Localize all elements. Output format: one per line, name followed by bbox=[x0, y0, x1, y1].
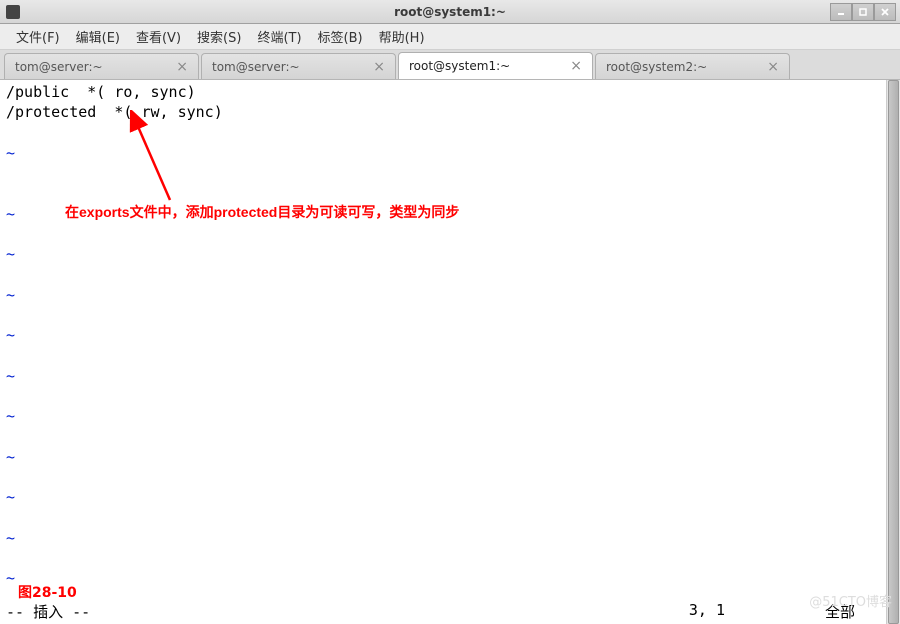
terminal-tab[interactable]: tom@server:~ × bbox=[4, 53, 199, 79]
tab-label: root@system1:~ bbox=[409, 59, 510, 73]
close-icon[interactable]: × bbox=[176, 60, 188, 74]
menu-file[interactable]: 文件(F) bbox=[8, 24, 68, 49]
menu-help[interactable]: 帮助(H) bbox=[371, 24, 433, 49]
editor-line: /public *( ro, sync) bbox=[6, 82, 880, 102]
tab-label: root@system2:~ bbox=[606, 60, 707, 74]
vim-tilde: ~ bbox=[6, 325, 880, 345]
terminal-tab-active[interactable]: root@system1:~ × bbox=[398, 52, 593, 79]
vim-tilde: ~ bbox=[6, 528, 880, 548]
menu-edit[interactable]: 编辑(E) bbox=[68, 24, 128, 49]
vim-status-line: -- 插入 -- 3, 1 全部 bbox=[6, 601, 880, 622]
tab-label: tom@server:~ bbox=[212, 60, 300, 74]
vim-tilde: ~ bbox=[6, 285, 880, 305]
terminal-tab[interactable]: root@system2:~ × bbox=[595, 53, 790, 79]
vim-cursor-position: 3, 1 bbox=[689, 601, 725, 619]
close-icon[interactable]: × bbox=[570, 59, 582, 73]
tab-bar: tom@server:~ × tom@server:~ × root@syste… bbox=[0, 50, 900, 80]
vim-tilde: ~ bbox=[6, 406, 880, 426]
scrollbar-thumb[interactable] bbox=[888, 80, 899, 624]
menu-bar: 文件(F) 编辑(E) 查看(V) 搜索(S) 终端(T) 标签(B) 帮助(H… bbox=[0, 24, 900, 50]
menu-search[interactable]: 搜索(S) bbox=[189, 24, 249, 49]
menu-terminal[interactable]: 终端(T) bbox=[249, 24, 309, 49]
vertical-scrollbar[interactable] bbox=[886, 80, 900, 624]
figure-label: 图28-10 bbox=[18, 582, 77, 602]
vim-tilde: ~ bbox=[6, 143, 880, 163]
terminal-viewport[interactable]: /public *( ro, sync) /protected *( rw, s… bbox=[0, 80, 886, 624]
vim-tilde: ~ bbox=[6, 568, 880, 588]
window-title: root@system1:~ bbox=[394, 5, 506, 19]
terminal-tab[interactable]: tom@server:~ × bbox=[201, 53, 396, 79]
close-button[interactable] bbox=[874, 3, 896, 21]
close-icon[interactable]: × bbox=[373, 60, 385, 74]
tab-label: tom@server:~ bbox=[15, 60, 103, 74]
vim-tilde: ~ bbox=[6, 487, 880, 507]
maximize-button[interactable] bbox=[852, 3, 874, 21]
editor-line: /protected *( rw, sync) bbox=[6, 102, 880, 122]
minimize-button[interactable] bbox=[830, 3, 852, 21]
editor-empty-line bbox=[6, 123, 880, 143]
window-titlebar: root@system1:~ bbox=[0, 0, 900, 24]
vim-tilde: ~ bbox=[6, 366, 880, 386]
menu-view[interactable]: 查看(V) bbox=[128, 24, 189, 49]
app-icon bbox=[6, 5, 20, 19]
vim-tilde: ~ bbox=[6, 244, 880, 264]
annotation-text: 在exports文件中，添加protected目录为可读可写，类型为同步 bbox=[65, 202, 459, 222]
menu-tabs[interactable]: 标签(B) bbox=[310, 24, 371, 49]
close-icon[interactable]: × bbox=[767, 60, 779, 74]
vim-tilde: ~ bbox=[6, 447, 880, 467]
vim-mode: -- 插入 -- bbox=[6, 601, 90, 622]
watermark: @51CTO博客 bbox=[809, 591, 892, 610]
